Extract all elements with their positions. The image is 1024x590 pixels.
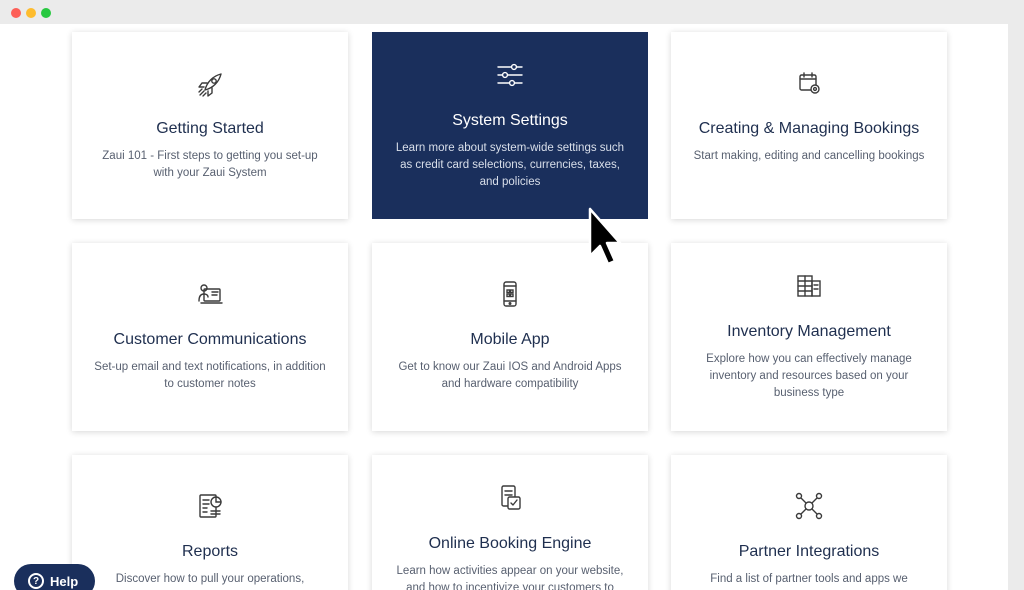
card-customer-communications[interactable]: Customer Communications Set-up email and… xyxy=(72,243,348,431)
inventory-icon xyxy=(794,271,824,301)
help-button[interactable]: ? Help xyxy=(14,564,95,590)
sliders-icon xyxy=(495,60,525,90)
card-partner-integrations[interactable]: Partner Integrations Find a list of part… xyxy=(671,455,947,590)
mouse-pointer-icon xyxy=(588,207,622,266)
question-circle-icon: ? xyxy=(28,573,44,589)
card-description: Learn how activities appear on your webs… xyxy=(396,565,624,590)
card-description: Explore how you can effectively manage i… xyxy=(706,353,912,399)
report-icon xyxy=(195,491,225,521)
calendar-gear-icon xyxy=(794,68,824,98)
card-title: Mobile App xyxy=(470,331,550,348)
card-description: Learn more about system-wide settings su… xyxy=(395,142,625,188)
rocket-icon xyxy=(195,70,225,100)
close-window-button[interactable] xyxy=(11,8,21,18)
maximize-window-button[interactable] xyxy=(41,8,51,18)
card-creating-managing-bookings[interactable]: Creating & Managing Bookings Start makin… xyxy=(671,32,947,219)
card-inventory-management[interactable]: Inventory Management Explore how you can… xyxy=(671,243,947,431)
card-title: Reports xyxy=(181,543,239,560)
card-system-settings[interactable]: System Settings Learn more about system-… xyxy=(372,32,648,219)
card-title: Partner Integrations xyxy=(738,543,880,560)
window-frame-edge xyxy=(1008,24,1024,590)
card-description: Start making, editing and cancelling boo… xyxy=(693,150,925,162)
booking-engine-icon xyxy=(495,483,525,513)
card-description: Set-up email and text notifications, in … xyxy=(94,361,326,390)
card-reports[interactable]: Reports Discover how to pull your operat… xyxy=(72,455,348,590)
card-title: Creating & Managing Bookings xyxy=(698,120,920,137)
card-title: Customer Communications xyxy=(113,331,307,348)
integrations-icon xyxy=(794,491,824,521)
card-title: Getting Started xyxy=(156,120,264,137)
window-titlebar xyxy=(0,0,1024,24)
communications-icon xyxy=(195,279,225,309)
card-mobile-app[interactable]: Mobile App Get to know our Zaui IOS and … xyxy=(372,243,648,431)
card-description: Zaui 101 - First steps to getting you se… xyxy=(102,150,318,179)
mobile-phone-icon xyxy=(495,279,525,309)
card-description: Discover how to pull your operations, xyxy=(115,573,305,585)
card-online-booking-engine[interactable]: Online Booking Engine Learn how activiti… xyxy=(372,455,648,590)
card-description: Get to know our Zaui IOS and Android App… xyxy=(398,361,622,390)
card-description: Find a list of partner tools and apps we xyxy=(710,573,908,585)
minimize-window-button[interactable] xyxy=(26,8,36,18)
help-label: Help xyxy=(50,573,79,589)
card-title: System Settings xyxy=(452,112,568,129)
card-title: Online Booking Engine xyxy=(428,535,592,552)
card-getting-started[interactable]: Getting Started Zaui 101 - First steps t… xyxy=(72,32,348,219)
card-title: Inventory Management xyxy=(727,323,891,340)
